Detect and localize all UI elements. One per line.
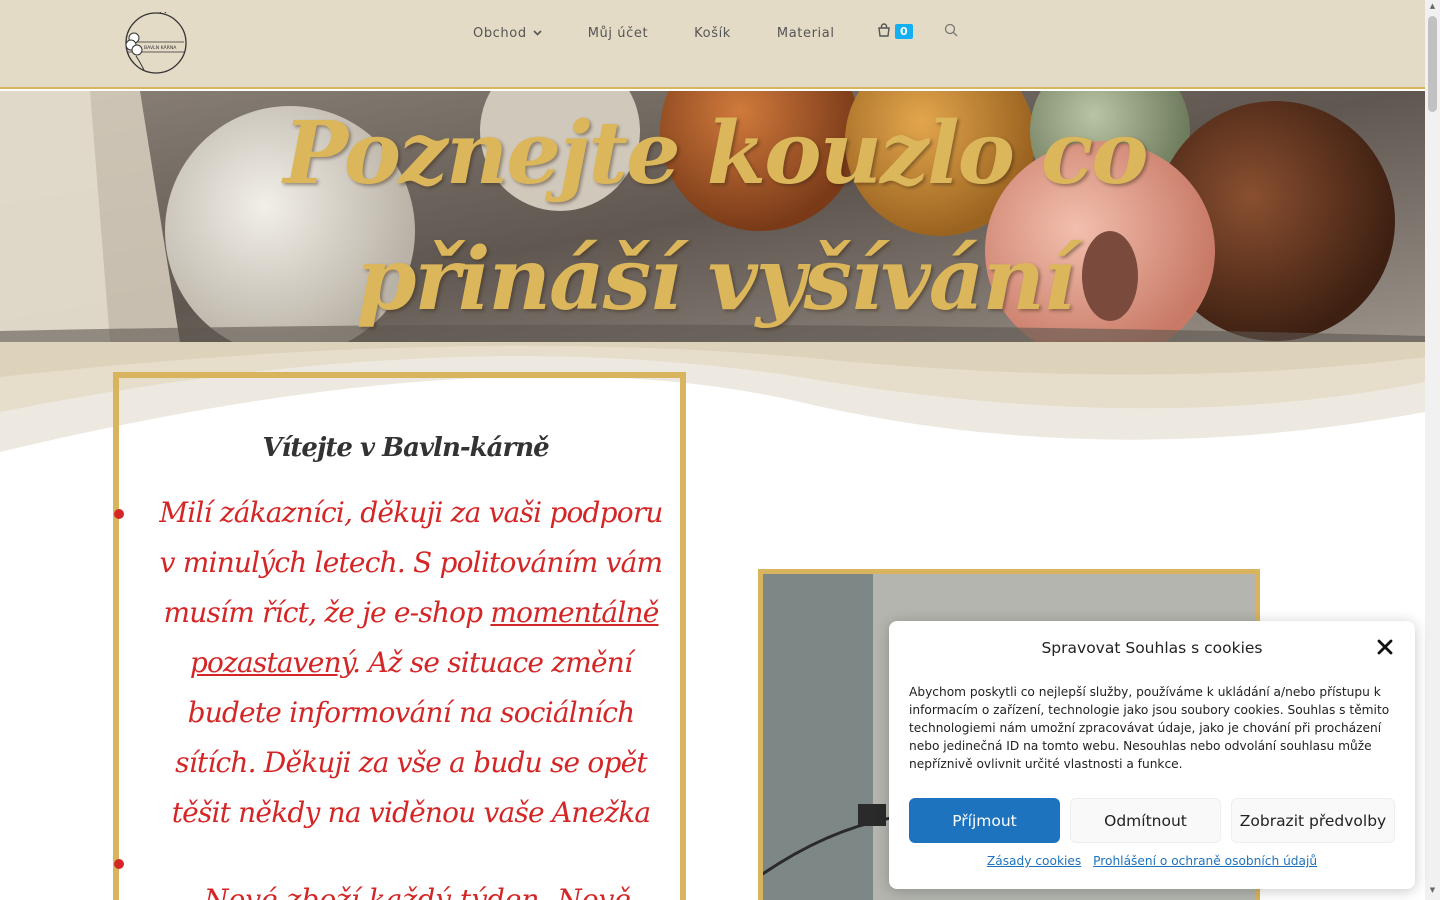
nav-item-label: Obchod: [473, 25, 527, 41]
logo-text: BAVLN KÁRNA: [144, 44, 177, 51]
list-bullet: [114, 509, 124, 519]
close-icon[interactable]: [1375, 639, 1395, 659]
chevron-down-icon: [533, 28, 542, 39]
cookie-policy-links: Zásady cookies Prohlášení o ochraně osob…: [889, 854, 1415, 868]
privacy-statement-link[interactable]: Prohlášení o ochraně osobních údajů: [1093, 854, 1317, 868]
nav-item-kosik[interactable]: Košík: [694, 26, 731, 41]
hero-banner: Poznejte kouzlo co přináší vyšívání: [0, 91, 1425, 342]
page-scrollbar[interactable]: ▲ ▼: [1425, 0, 1440, 900]
scroll-down-icon[interactable]: ▼: [1428, 886, 1437, 896]
cookie-policy-link[interactable]: Zásady cookies: [987, 854, 1081, 868]
list-bullet: [114, 859, 124, 869]
cart-button[interactable]: 0: [877, 22, 913, 41]
nav-item-label: Košík: [694, 25, 731, 41]
nav-item-material[interactable]: Material: [777, 26, 835, 41]
accept-cookies-button[interactable]: Příjmout: [909, 798, 1060, 843]
nav-item-label: Můj účet: [587, 25, 649, 41]
new-goods-notice: Nové zboží každý týden. Nově...: [204, 883, 658, 900]
shop-paused-notice: Milí zákazníci, děkuji za vaši podporu v…: [149, 488, 673, 838]
cookie-dialog-title: Spravovat Souhlas s cookies: [1041, 639, 1263, 657]
welcome-title: Vítejte v Bavln-kárně: [262, 433, 549, 463]
view-preferences-button[interactable]: Zobrazit předvolby: [1231, 798, 1395, 843]
scrollbar-thumb[interactable]: [1428, 16, 1437, 112]
deny-cookies-button[interactable]: Odmítnout: [1070, 798, 1221, 843]
search-button[interactable]: [944, 22, 962, 40]
nav-item-label: Material: [776, 25, 835, 41]
scroll-up-icon[interactable]: ▲: [1428, 2, 1437, 12]
nav-item-muj-ucet[interactable]: Můj účet: [588, 26, 648, 41]
shopping-bag-icon: [877, 22, 891, 41]
search-icon: [944, 22, 958, 41]
cookie-dialog-text: Abychom poskytli co nejlepší služby, pou…: [909, 685, 1390, 771]
main-nav: Obchod Můj účet Košík Material: [473, 22, 881, 44]
site-logo[interactable]: BAVLN KÁRNA: [122, 10, 188, 74]
cookie-consent-dialog: Spravovat Souhlas s cookies Abychom posk…: [889, 621, 1415, 889]
site-header: BAVLN KÁRNA Obchod Můj účet Košík Materi…: [0, 0, 1425, 89]
welcome-box: Vítejte v Bavln-kárně Milí zákazníci, dě…: [113, 372, 686, 900]
nav-item-obchod[interactable]: Obchod: [473, 26, 542, 41]
hero-title: Poznejte kouzlo co přináší vyšívání: [283, 103, 1148, 330]
cart-count-badge: 0: [895, 24, 913, 39]
